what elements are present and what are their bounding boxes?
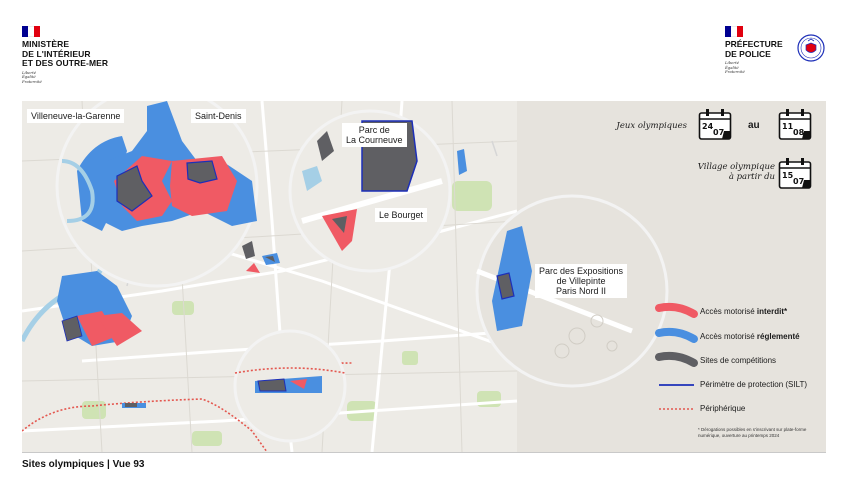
label-villepinte: Parc des Expositions de Villepinte Paris…	[535, 264, 628, 298]
zoom-circle-aubervilliers	[233, 329, 347, 443]
end-day: 11	[782, 122, 794, 131]
prefecture-name: PRÉFECTURE DE POLICE	[725, 39, 783, 59]
calendar-icon: 11 08	[778, 107, 812, 141]
ministry-motto: Liberté Égalité Fraternité	[22, 69, 42, 84]
village-day: 15	[782, 171, 794, 180]
prefecture-de-police-badge-icon	[797, 34, 825, 62]
prefecture-motto: Liberté Égalité Fraternité	[725, 60, 745, 75]
start-day: 24	[702, 122, 714, 131]
legend-forbidden: Accès motorisé interdit*	[700, 307, 788, 316]
footnote: * Dérogations possibles en s'inscrivant …	[698, 427, 807, 438]
start-month: 07	[713, 128, 725, 137]
calendar-icon: 24 07	[698, 107, 732, 141]
legend-perimeter: Périmètre de protection (SILT)	[700, 380, 808, 389]
label-le-bourget: Le Bourget	[375, 208, 428, 222]
olympic-sites-map[interactable]: Villeneuve-la-Garenne Saint-Denis Parc d…	[22, 101, 826, 452]
legend-regulated: Accès motorisé réglementé	[700, 332, 800, 341]
jeux-olympiques-label: Jeux olympiques	[616, 121, 687, 131]
legend-peripherique: Périphérique	[700, 404, 746, 413]
prefecture-block: PRÉFECTURE DE POLICE Liberté Égalité Fra…	[725, 26, 783, 75]
label-villeneuve: Villeneuve-la-Garenne	[27, 109, 125, 123]
ministry-block: MINISTÈRE DE L'INTÉRIEUR ET DES OUTRE-ME…	[22, 26, 108, 84]
french-flag-icon	[725, 26, 743, 37]
village-olympique-label: Village olympique à partir du	[697, 162, 775, 182]
village-month: 07	[793, 177, 805, 186]
footer-title: Sites olympiques | Vue 93	[22, 459, 145, 470]
calendar-icon: 15 07	[778, 156, 812, 190]
au-label: au	[748, 120, 760, 131]
zoom-circle-saint-denis	[55, 101, 259, 288]
end-month: 08	[793, 128, 805, 137]
footer-divider	[22, 452, 826, 453]
legend-sites: Sites de compétitions	[700, 356, 777, 365]
ministry-name: MINISTÈRE DE L'INTÉRIEUR ET DES OUTRE-ME…	[22, 39, 109, 68]
map-canvas	[22, 101, 826, 452]
label-saint-denis: Saint-Denis	[191, 109, 246, 123]
french-flag-icon	[22, 26, 40, 37]
label-la-courneuve: Parc de La Courneuve	[342, 123, 407, 147]
